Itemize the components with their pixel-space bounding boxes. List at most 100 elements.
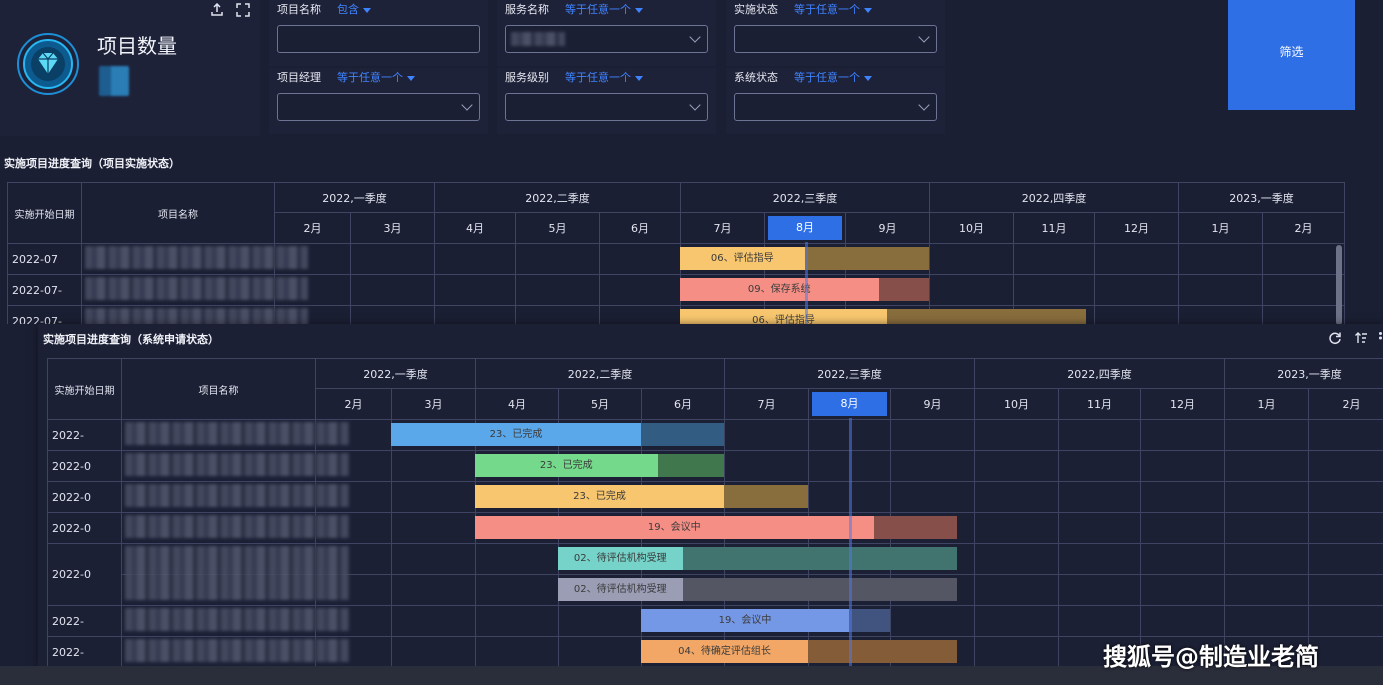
gantt-bar[interactable]: 04、待确定评估组长 bbox=[641, 640, 808, 663]
filter-operator-text: 等于任意一个 bbox=[337, 71, 403, 84]
month-header: 4月 bbox=[475, 388, 559, 420]
chart1-scrollbar[interactable] bbox=[1336, 245, 1342, 324]
today-line bbox=[804, 242, 808, 324]
gantt-bar-remaining[interactable] bbox=[724, 485, 808, 508]
month-header: 1月 bbox=[1178, 212, 1264, 244]
quarter-header: 2022,三季度 bbox=[724, 358, 976, 389]
filter-5: 系统状态 等于任意一个 bbox=[726, 68, 945, 134]
start-date-cell: 2022-0 bbox=[47, 543, 122, 606]
gantt-bar-remaining[interactable] bbox=[657, 454, 724, 477]
start-date-cell: 2022-0 bbox=[47, 450, 122, 482]
month-header: 10月 bbox=[929, 212, 1015, 244]
project-name-redacted bbox=[125, 546, 349, 600]
chart2-title: 实施项目进度查询（系统申请状态） bbox=[43, 333, 219, 346]
project-name-redacted bbox=[85, 308, 308, 324]
month-header: 2月 bbox=[1308, 388, 1383, 420]
month-header: 8月 bbox=[808, 388, 892, 420]
gantt-bar[interactable]: 02、待评估机构受理 bbox=[558, 547, 683, 570]
month-header: 3月 bbox=[391, 388, 476, 420]
month-label: 7月 bbox=[713, 222, 732, 235]
filter-operator[interactable]: 等于任意一个 bbox=[565, 69, 643, 85]
filter-operator-text: 等于任意一个 bbox=[565, 3, 631, 16]
gantt-bar[interactable]: 23、已完成 bbox=[475, 485, 724, 508]
watermark: 搜狐号@制造业老简 bbox=[1103, 643, 1319, 671]
chart2-panel: 实施项目进度查询（系统申请状态） 实施开始日期 项目名称 2022,一季度 2022,… bbox=[38, 324, 1383, 666]
filter-label: 项目经理 bbox=[277, 71, 321, 84]
filter-label: 系统状态 bbox=[734, 71, 778, 84]
gantt-bar[interactable]: 06、评估指导 bbox=[680, 247, 805, 270]
month-header: 11月 bbox=[1058, 388, 1142, 420]
start-date-cell: 2022-0 bbox=[47, 512, 122, 544]
month-header: 6月 bbox=[640, 388, 726, 420]
chevron-down-icon bbox=[918, 31, 930, 43]
month-label: 9月 bbox=[878, 222, 897, 235]
filter-text-input[interactable] bbox=[277, 25, 480, 53]
quarter-header: 2022,四季度 bbox=[974, 358, 1226, 389]
gantt-bar[interactable]: 23、已完成 bbox=[475, 454, 658, 477]
gantt-bar[interactable]: 19、会议中 bbox=[641, 609, 849, 632]
caret-down-icon bbox=[864, 7, 872, 13]
filter-operator[interactable]: 等于任意一个 bbox=[794, 1, 872, 17]
month-header: 6月 bbox=[598, 212, 682, 244]
gantt-bar[interactable]: 02、待评估机构受理 bbox=[558, 578, 683, 601]
gantt-bar[interactable]: 19、会议中 bbox=[475, 516, 874, 539]
chevron-down-icon bbox=[689, 31, 701, 43]
gantt-bar[interactable]: 09、保存系统 bbox=[680, 278, 879, 301]
month-label: 12月 bbox=[1170, 398, 1196, 411]
gantt-bar-remaining[interactable] bbox=[641, 423, 724, 446]
col-project-name: 项目名称 bbox=[81, 182, 275, 244]
caret-down-icon bbox=[635, 7, 643, 13]
filter-label: 服务名称 bbox=[505, 3, 549, 16]
gantt-bar-remaining[interactable] bbox=[682, 578, 958, 601]
gantt-bar-remaining[interactable] bbox=[849, 609, 890, 632]
project-name-redacted bbox=[85, 277, 308, 300]
fullscreen-icon[interactable] bbox=[236, 2, 250, 17]
month-label: 1月 bbox=[1257, 398, 1276, 411]
month-label: 9月 bbox=[923, 398, 942, 411]
filter-select[interactable] bbox=[505, 93, 708, 121]
gantt-bar-remaining[interactable] bbox=[804, 247, 929, 270]
quarter-header: 2022,二季度 bbox=[433, 182, 682, 213]
sort-icon[interactable] bbox=[1354, 330, 1368, 344]
month-label: 5月 bbox=[548, 222, 567, 235]
refresh-icon[interactable] bbox=[1328, 330, 1342, 345]
col-project-name: 项目名称 bbox=[121, 358, 316, 420]
selected-value bbox=[511, 32, 565, 46]
gantt-bar[interactable]: 23、已完成 bbox=[391, 423, 641, 446]
gantt-bar[interactable]: 06、评估指导 bbox=[680, 309, 887, 324]
filter-operator[interactable]: 包含 bbox=[337, 1, 371, 17]
month-label: 2月 bbox=[1342, 398, 1361, 411]
filter-button[interactable]: 筛选 bbox=[1228, 0, 1355, 110]
gantt-bar-remaining[interactable] bbox=[873, 516, 958, 539]
gantt-bar-remaining[interactable] bbox=[887, 309, 1086, 324]
start-date-cell: 2022- bbox=[47, 605, 122, 637]
filter-operator[interactable]: 等于任意一个 bbox=[337, 69, 415, 85]
more-icon[interactable] bbox=[1378, 330, 1383, 344]
filter-0: 项目名称 包含 bbox=[269, 0, 488, 66]
filter-select[interactable] bbox=[277, 93, 480, 121]
filter-label: 实施状态 bbox=[734, 3, 778, 16]
diamond-icon bbox=[16, 32, 80, 96]
filter-2: 实施状态 等于任意一个 bbox=[726, 0, 945, 66]
caret-down-icon bbox=[864, 75, 872, 81]
quarter-header: 2022,一季度 bbox=[315, 358, 476, 389]
month-header: 12月 bbox=[1094, 212, 1180, 244]
quarter-header: 2023,一季度 bbox=[1178, 182, 1346, 213]
gantt-bar-remaining[interactable] bbox=[682, 547, 958, 570]
month-header: 9月 bbox=[845, 212, 931, 244]
filter-select[interactable] bbox=[734, 93, 937, 121]
summary-panel: 项目数量 bbox=[0, 0, 260, 136]
project-name-redacted bbox=[125, 515, 349, 538]
month-header: 7月 bbox=[724, 388, 810, 420]
month-header: 2月 bbox=[1262, 212, 1346, 244]
month-label: 6月 bbox=[674, 398, 692, 411]
filter-operator[interactable]: 等于任意一个 bbox=[565, 1, 643, 17]
caret-down-icon bbox=[407, 75, 415, 81]
caret-down-icon bbox=[363, 7, 371, 13]
gantt-bar-remaining[interactable] bbox=[878, 278, 929, 301]
filter-select[interactable] bbox=[734, 25, 937, 53]
month-header: 2月 bbox=[315, 388, 392, 420]
filter-operator[interactable]: 等于任意一个 bbox=[794, 69, 872, 85]
gantt-bar-remaining[interactable] bbox=[808, 640, 958, 663]
export-icon[interactable] bbox=[210, 2, 224, 16]
